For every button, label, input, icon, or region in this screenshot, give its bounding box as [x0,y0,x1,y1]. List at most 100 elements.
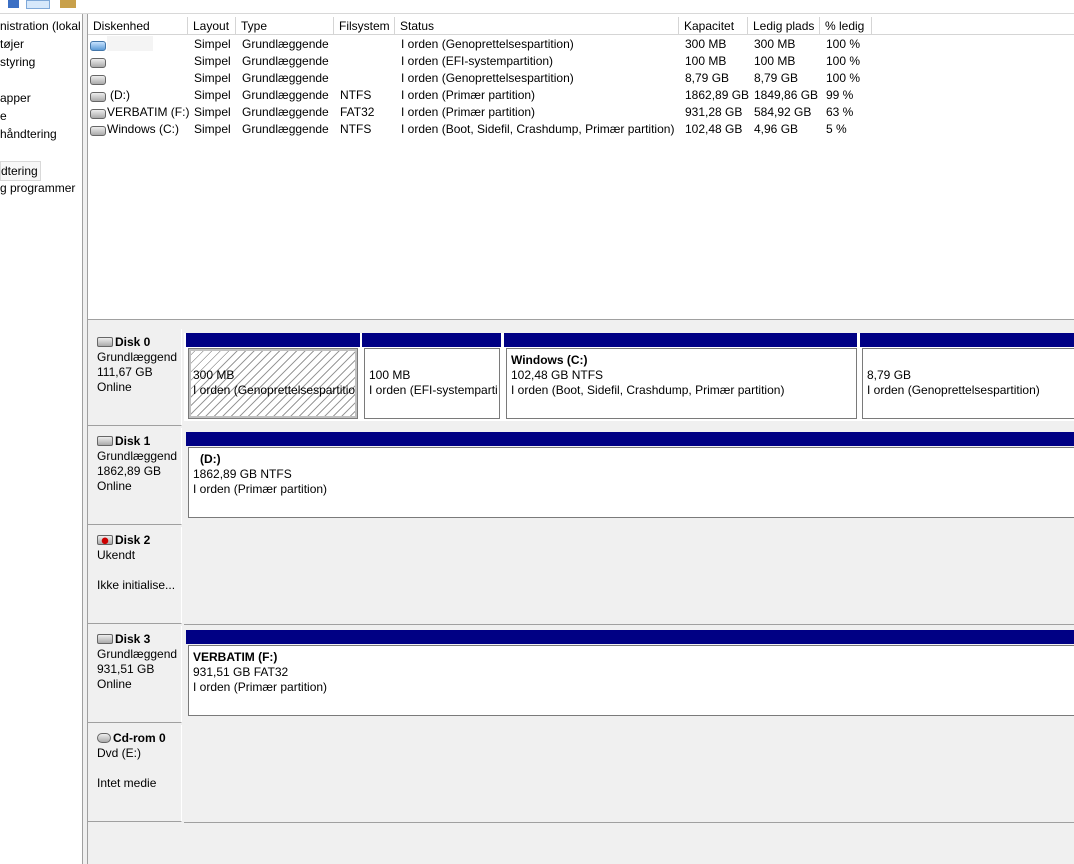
disk-state: Online [97,380,132,394]
disk-type: Grundlæggend [97,350,178,364]
disk-row-disk3: VERBATIM (F:) 931,51 GB FAT32 I orden (P… [184,630,1074,718]
table-cell: 931,28 GB [685,105,743,119]
column-header-volume[interactable]: Diskenhed [88,17,188,35]
partition-verbatim-f[interactable]: VERBATIM (F:) 931,51 GB FAT32 I orden (P… [188,645,1074,716]
table-cell: 100 % [826,54,861,68]
partition-recovery-300mb[interactable]: 300 MB I orden (Genoprettelsespartitio [188,348,358,419]
partition-efi[interactable]: 100 MB I orden (EFI-systemparti [364,348,500,419]
table-cell: I orden (EFI-systempartition) [401,54,554,68]
column-header-type[interactable]: Type [236,17,334,35]
volume-icon [90,109,106,119]
table-row-name[interactable]: Windows (C:) [107,121,179,138]
disk-icon [97,336,113,347]
table-cell: 8,79 GB [685,71,730,85]
volume-icon [90,92,106,102]
table-cell: 100 % [826,37,861,51]
volume-list: Diskenhed Layout Type Filsystem Status K… [88,14,1074,319]
disk-row-disk2 [184,527,1074,625]
table-cell: 8,79 GB [754,71,799,85]
table-cell: I orden (Primær partition) [401,88,536,102]
table-cell: Grundlæggende [242,54,329,68]
show-hide-tree-icon[interactable] [26,0,50,9]
tree-item-disk-management[interactable]: dtering [0,161,41,181]
disk-label-disk0[interactable]: Disk 0 Grundlæggend 111,67 GB Online [88,329,182,426]
partition-title: VERBATIM (F:) [193,650,278,664]
disk-size: 931,51 GB [97,662,155,676]
tree-item-performance[interactable]: e [0,107,7,125]
back-icon[interactable] [8,0,19,8]
table-cell: 584,92 GB [754,105,812,119]
table-row-name[interactable]: VERBATIM (F:) [107,104,189,121]
disk-name: Cd-rom 0 [113,731,166,745]
partition-bar [504,333,857,347]
disk-state: Intet medie [97,776,157,790]
partition-bar [362,333,501,347]
partition-windows-c[interactable]: Windows (C:) 102,48 GB NTFS I orden (Boo… [506,348,857,419]
partition-status: I orden (Primær partition) [193,482,328,496]
tree-item-computer-management[interactable]: nistration (lokal [0,17,81,35]
disk-state: Ikke initialise... [97,578,176,592]
disk-type: Ukendt [97,548,136,562]
table-cell: 63 % [826,105,854,119]
tree-item-services-applications[interactable]: g programmer [0,179,75,197]
disk-state: Online [97,677,132,691]
tree-item-task-scheduler[interactable]: styring [0,53,35,71]
column-header-status[interactable]: Status [395,17,679,35]
table-cell: Grundlæggende [242,122,329,136]
disk-type: Grundlæggend [97,647,178,661]
partition-bar [186,630,1074,644]
disk-type: Dvd (E:) [97,746,142,760]
table-cell: FAT32 [340,105,375,119]
partition-size: 931,51 GB FAT32 [193,665,289,679]
table-cell: NTFS [340,122,372,136]
table-cell: I orden (Boot, Sidefil, Crashdump, Primæ… [401,122,675,136]
partition-bar [186,333,360,347]
disk-type: Grundlæggend [97,449,178,463]
volume-blue-icon [90,41,106,51]
column-header-capacity[interactable]: Kapacitet [679,17,748,35]
partition-size: 300 MB [193,368,235,382]
table-row-name[interactable]: (D:) [110,87,130,104]
table-cell: 300 MB [685,37,727,51]
disk-label-disk2[interactable]: Disk 2 Ukendt Ikke initialise... [88,527,182,624]
tree-item-system-tools[interactable]: tøjer [0,35,24,53]
table-cell: 4,96 GB [754,122,799,136]
column-header-percent-free[interactable]: % ledig [820,17,872,35]
table-cell: Grundlæggende [242,71,329,85]
partition-title: (D:) [200,452,221,466]
partition-d[interactable]: (D:) 1862,89 GB NTFS I orden (Primær par… [188,447,1074,518]
partition-status: I orden (Primær partition) [193,680,328,694]
partition-bar [860,333,1074,347]
tree-item-device-manager[interactable]: håndtering [0,125,57,143]
partition-title: Windows (C:) [511,353,588,367]
column-header-free-space[interactable]: Ledig plads [748,17,820,35]
disk-label-cdrom0[interactable]: Cd-rom 0 Dvd (E:) Intet medie [88,725,182,822]
partition-status: I orden (Genoprettelsespartition) [867,383,1040,397]
tree-item-shared-folders[interactable]: apper [0,89,31,107]
properties-icon[interactable] [60,0,76,8]
disk-icon [97,435,113,446]
column-header-filesystem[interactable]: Filsystem [334,17,395,35]
table-row-name[interactable] [107,36,153,51]
disk-size: 1862,89 GB [97,464,162,478]
disk-label-disk3[interactable]: Disk 3 Grundlæggend 931,51 GB Online [88,626,182,723]
table-cell: 1862,89 GB [685,88,750,102]
partition-status: I orden (Boot, Sidefil, Crashdump, Primæ… [511,383,785,397]
partition-size: 8,79 GB [867,368,912,382]
disk-label-disk1[interactable]: Disk 1 Grundlæggend 1862,89 GB Online [88,428,182,525]
partition-recovery-8gb[interactable]: 8,79 GB I orden (Genoprettelsespartition… [862,348,1074,419]
column-header-layout[interactable]: Layout [188,17,236,35]
disk-name: Disk 3 [115,632,151,646]
volume-icon [90,126,106,136]
disk-row-disk0: 300 MB I orden (Genoprettelsespartitio 1… [184,333,1074,421]
partition-status: I orden (EFI-systemparti [369,383,498,397]
table-cell: I orden (Genoprettelsespartition) [401,37,574,51]
table-cell: 1849,86 GB [754,88,819,102]
volume-icon [90,75,106,85]
table-cell: Simpel [194,37,231,51]
disk-row-cdrom0 [184,725,1074,823]
toolbar [0,0,1074,14]
table-cell: Simpel [194,54,231,68]
table-cell: Grundlæggende [242,88,329,102]
table-cell: NTFS [340,88,372,102]
